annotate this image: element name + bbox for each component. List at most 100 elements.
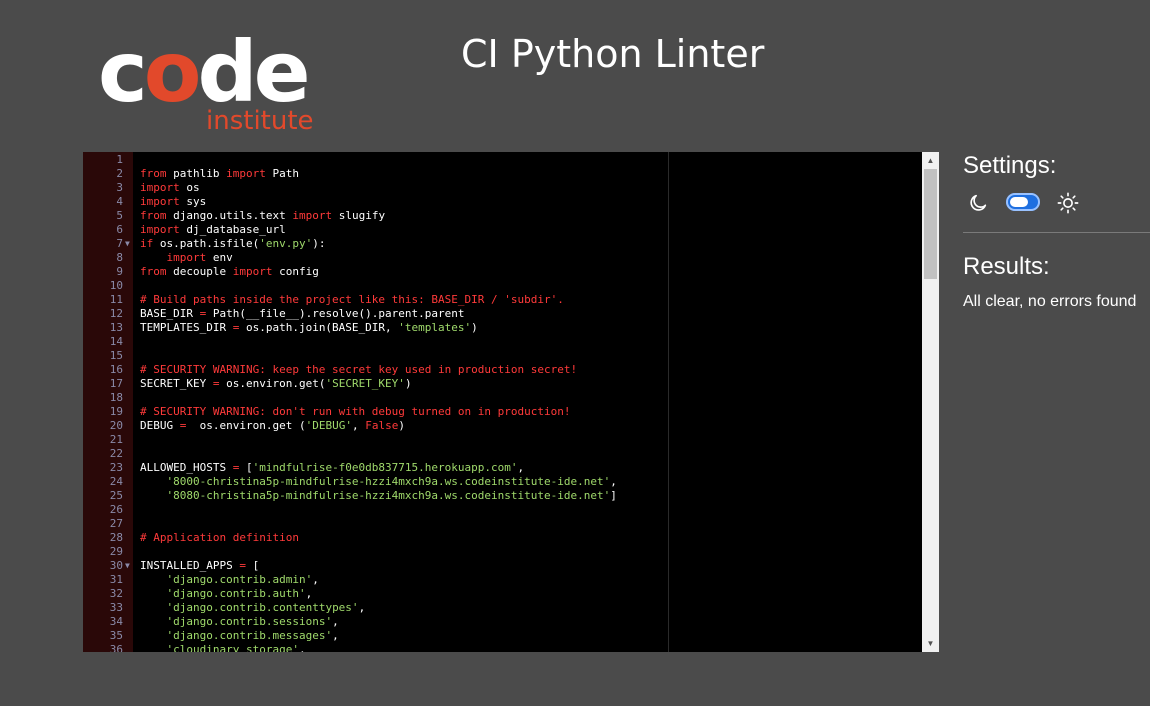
code-token: INSTALLED_APPS [140,559,240,572]
code-line[interactable]: 17 SECRET_KEY = os.environ.get('SECRET_KE… [83,377,922,391]
code-text: from pathlib import Path [140,167,299,181]
line-number: 21 [109,433,123,446]
code-line[interactable]: 15 [83,349,922,363]
theme-toggle[interactable] [1006,193,1040,211]
settings-heading: Settings: [963,152,1057,179]
code-line[interactable]: 20 DEBUG = os.environ.get ('DEBUG', False… [83,419,922,433]
code-line[interactable]: 19 # SECURITY WARNING: don't run with deb… [83,405,922,419]
code-token: , [358,601,366,614]
code-token: , [332,615,339,628]
code-token: config [272,265,319,278]
code-line[interactable]: 28 # Application definition [83,531,922,545]
code-token: dj_database_url [179,223,286,236]
moon-icon[interactable] [966,192,990,214]
line-number: 20 [109,419,123,432]
page-title: CI Python Linter [461,32,765,76]
logo-wordmark: code [98,23,311,121]
code-line[interactable]: 25 '8080-christina5p-mindfulrise-hzzi4mx… [83,489,922,503]
code-line[interactable]: 5 from django.utils.text import slugify [83,209,922,223]
line-number: 25 [109,489,123,502]
code-line[interactable]: 36 'cloudinary_storage', [83,643,922,652]
line-number: 8 [116,251,123,264]
code-token: [ [245,559,260,572]
code-line[interactable]: 13 TEMPLATES_DIR = os.path.join(BASE_DIR,… [83,321,922,335]
code-lines[interactable]: 1 2 from pathlib import Path 3 import os 4 imp… [83,152,922,652]
editor-scrollbar[interactable]: ▲ ▼ [922,152,939,652]
code-token: from [140,209,167,222]
code-token: 'django.contrib.sessions' [166,615,333,628]
code-token: os.environ.get ( [186,419,306,432]
line-number: 19 [109,405,123,418]
code-line[interactable]: 4 import sys [83,195,922,209]
code-line[interactable]: 33 'django.contrib.contenttypes', [83,601,922,615]
line-number: 12 [109,307,123,320]
code-line[interactable]: 23 ALLOWED_HOSTS = ['mindfulrise-f0e0db83… [83,461,922,475]
line-number: 11 [109,293,123,306]
code-token: 'django.contrib.auth' [166,587,306,600]
code-token: 'mindfulrise-f0e0db837715.herokuapp.com' [252,461,518,474]
code-token: , [312,573,319,586]
code-token: ): [312,237,326,250]
code-line[interactable]: 11 # Build paths inside the project like … [83,293,922,307]
results-heading: Results: [963,253,1050,280]
code-line[interactable]: 32 'django.contrib.auth', [83,587,922,601]
line-number: 9 [116,265,123,278]
code-line[interactable]: 12 BASE_DIR = Path(__file__).resolve().pa… [83,307,922,321]
code-line[interactable]: 30 ▼ INSTALLED_APPS = [ [83,559,922,573]
code-token: slugify [332,209,386,222]
code-line[interactable]: 22 [83,447,922,461]
code-token: '8000-christina5p-mindfulrise-hzzi4mxch9… [166,475,611,488]
sun-icon[interactable] [1057,192,1079,214]
code-line[interactable]: 24 '8000-christina5p-mindfulrise-hzzi4mx… [83,475,922,489]
code-line[interactable]: 7 ▼ if os.path.isfile('env.py'): [83,237,922,251]
theme-settings [966,190,1086,216]
code-text: '8000-christina5p-mindfulrise-hzzi4mxch9… [140,475,617,489]
line-number: 7 [116,237,123,250]
line-number: 35 [109,629,123,642]
code-line[interactable]: 21 [83,433,922,447]
code-line[interactable]: 14 [83,335,922,349]
code-line[interactable]: 18 [83,391,922,405]
line-number: 10 [109,279,123,292]
code-editor[interactable]: 1 2 from pathlib import Path 3 import os 4 imp… [83,152,939,652]
code-line[interactable]: 16 # SECURITY WARNING: keep the secret ke… [83,363,922,377]
code-line[interactable]: 26 [83,503,922,517]
code-line[interactable]: 6 import dj_database_url [83,223,922,237]
code-token: # SECURITY WARNING: don't run with debug… [140,405,571,418]
code-token: Path [265,167,299,180]
code-token: os.path.join(BASE_DIR, [239,321,399,334]
code-line[interactable]: 35 'django.contrib.messages', [83,629,922,643]
code-line[interactable]: 29 [83,545,922,559]
code-line[interactable]: 27 [83,517,922,531]
code-token: 'DEBUG' [305,419,352,432]
code-token: TEMPLATES_DIR [140,321,233,334]
line-number: 18 [109,391,123,404]
code-line[interactable]: 9 from decouple import config [83,265,922,279]
code-token: sys [179,195,207,208]
line-number: 16 [109,363,123,376]
code-line[interactable]: 10 [83,279,922,293]
code-token: Path(__file__).resolve().parent.parent [206,307,465,320]
code-line[interactable]: 1 [83,153,922,167]
chevron-down-icon[interactable]: ▼ [922,635,939,652]
chevron-up-icon[interactable]: ▲ [922,152,939,169]
code-line[interactable]: 2 from pathlib import Path [83,167,922,181]
code-line[interactable]: 3 import os [83,181,922,195]
code-token: SECRET_KEY [140,377,213,390]
code-line[interactable]: 31 'django.contrib.admin', [83,573,922,587]
code-token: os [179,181,200,194]
code-text: INSTALLED_APPS = [ [140,559,259,573]
fold-arrow-icon[interactable]: ▼ [125,559,133,573]
code-text: from django.utils.text import slugify [140,209,385,223]
code-token: , [610,475,617,488]
code-line[interactable]: 34 'django.contrib.sessions', [83,615,922,629]
line-number: 30 [109,559,123,572]
fold-arrow-icon[interactable]: ▼ [125,237,133,251]
code-token: [ [239,461,253,474]
line-number: 32 [109,587,123,600]
scrollbar-thumb[interactable] [924,169,937,279]
code-line[interactable]: 8 import env [83,251,922,265]
code-token: import [140,223,180,236]
